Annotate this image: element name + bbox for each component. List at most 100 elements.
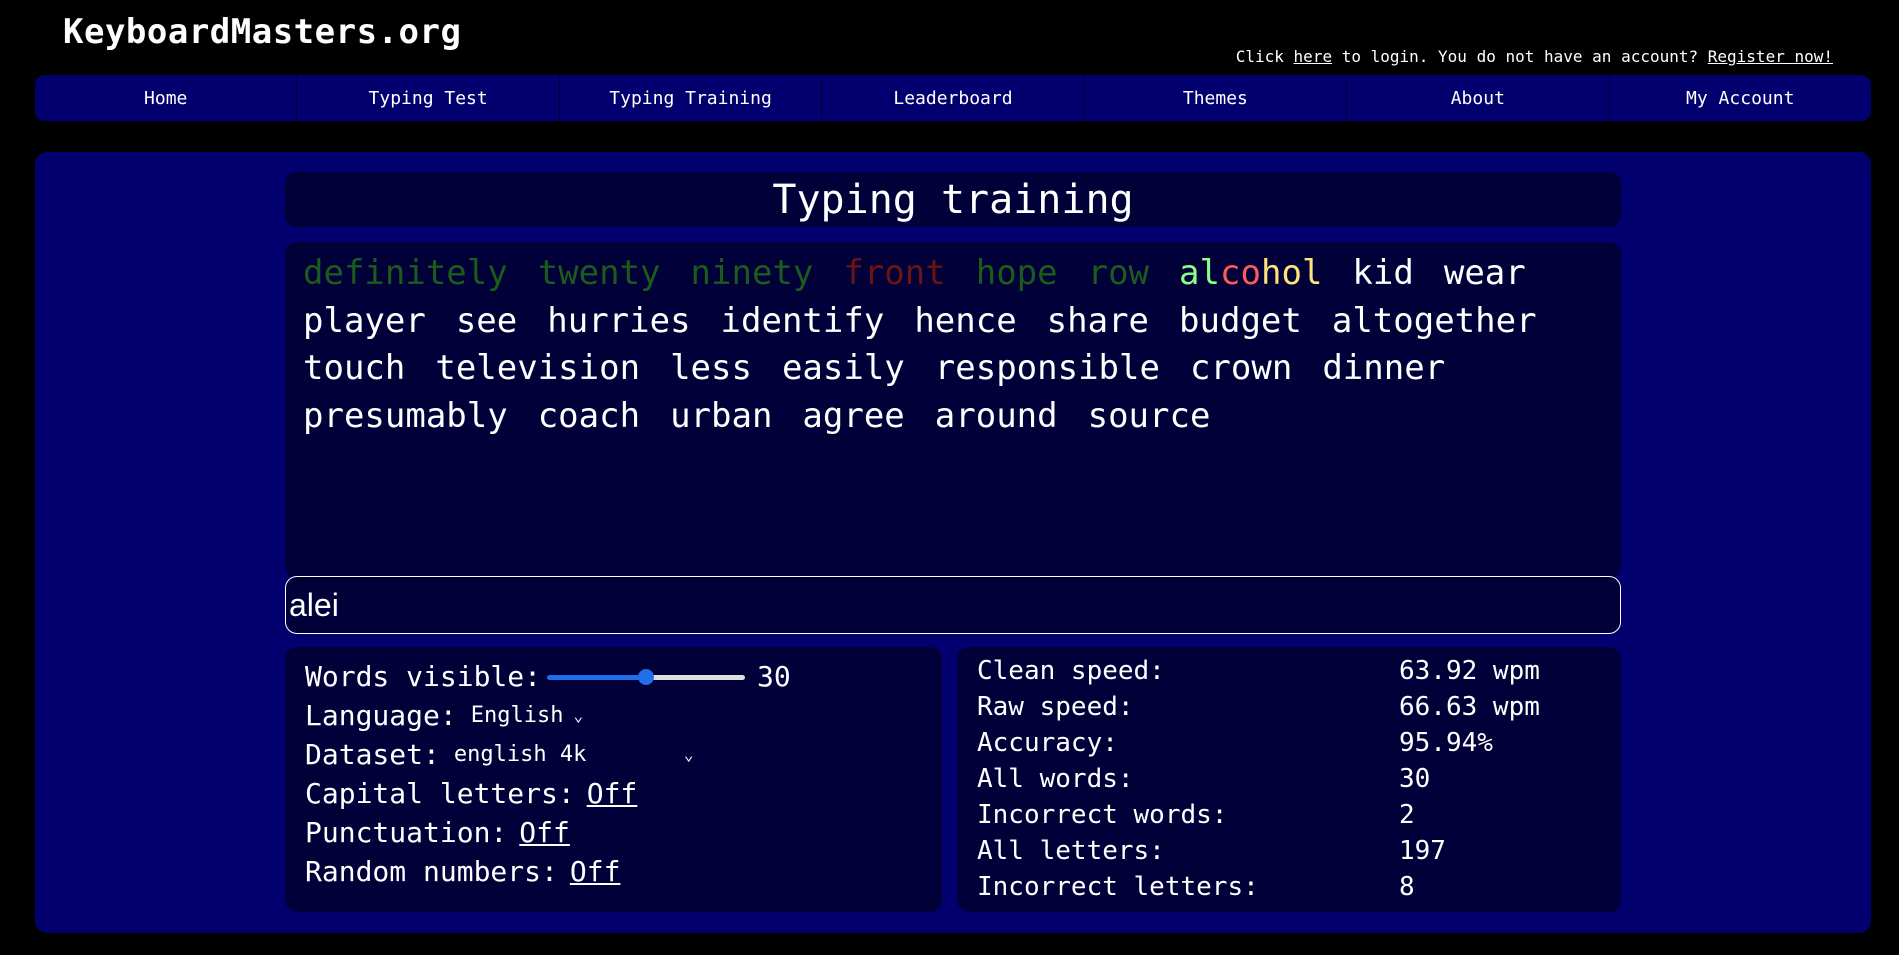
current-letter: l: [1199, 253, 1220, 293]
upcoming-word: hurries: [547, 300, 691, 341]
nav-my-account[interactable]: My Account: [1610, 75, 1871, 121]
login-link[interactable]: here: [1294, 47, 1333, 66]
login-prefix: Click: [1235, 47, 1294, 66]
upcoming-word: easily: [781, 348, 905, 388]
words-display: definitely twenty ninety front hope row alcoho…: [285, 242, 1621, 578]
upcoming-word: crown: [1189, 348, 1293, 388]
upcoming-word: share: [1046, 300, 1150, 341]
completed-word: hope: [975, 253, 1058, 293]
current-letter: a: [1179, 253, 1200, 293]
stat-row: Incorrect letters: 8: [977, 869, 1601, 905]
completed-word: row: [1087, 253, 1150, 293]
numbers-label: Random numbers:: [305, 855, 558, 888]
login-prompt: Click here to login. You do not have an …: [1236, 47, 1833, 66]
punctuation-label: Punctuation:: [305, 816, 508, 849]
stat-row: All words: 30: [977, 761, 1601, 797]
stat-value: 197: [1399, 836, 1446, 866]
settings-panel: Words visible: 30 Language: English ⌄ Da…: [285, 647, 942, 912]
nav-leaderboard[interactable]: Leaderboard: [822, 75, 1085, 121]
stat-label: All words:: [977, 764, 1134, 794]
upcoming-word: wear: [1443, 253, 1526, 293]
stat-row: Incorrect words: 2: [977, 797, 1601, 833]
current-word: alcohol: [1179, 250, 1322, 298]
numbers-row: Random numbers: Off: [305, 852, 922, 891]
slider-thumb[interactable]: [638, 668, 655, 685]
upcoming-word: responsible: [934, 348, 1160, 388]
capital-toggle[interactable]: Off: [587, 777, 638, 810]
language-select[interactable]: English ⌄: [471, 703, 583, 728]
page-title: Typing training: [285, 172, 1621, 227]
stat-value: 66.63 wpm: [1399, 692, 1540, 722]
dataset-row: Dataset: english 4k ⌄: [305, 735, 922, 774]
words-visible-row: Words visible: 30: [305, 657, 922, 696]
upcoming-word: coach: [537, 395, 641, 436]
site-logo[interactable]: KeyboardMasters.org: [63, 12, 461, 52]
current-letter: h: [1260, 253, 1282, 293]
upcoming-word: kid: [1352, 253, 1414, 293]
stat-value: 2: [1399, 800, 1415, 830]
stat-label: Incorrect words:: [977, 800, 1228, 830]
nav-typing-test[interactable]: Typing Test: [297, 75, 560, 121]
nav-about[interactable]: About: [1347, 75, 1610, 121]
completed-word: twenty: [537, 253, 661, 293]
current-letter: o: [1240, 253, 1261, 293]
words-visible-value: 30: [757, 660, 791, 693]
punctuation-toggle[interactable]: Off: [519, 816, 570, 849]
numbers-toggle[interactable]: Off: [570, 855, 621, 888]
login-middle: to login. You do not have an account?: [1332, 47, 1708, 66]
stat-label: Raw speed:: [977, 692, 1134, 722]
capital-label: Capital letters:: [305, 777, 575, 810]
chevron-down-icon: ⌄: [683, 745, 694, 764]
stat-row: All letters: 197: [977, 833, 1601, 869]
stat-label: All letters:: [977, 836, 1165, 866]
upcoming-word: see: [455, 300, 518, 341]
register-link[interactable]: Register now!: [1708, 47, 1833, 66]
upcoming-word: around: [934, 395, 1058, 436]
dataset-select[interactable]: english 4k ⌄: [454, 742, 694, 767]
slider-track-rest: [646, 674, 746, 680]
upcoming-word: identify: [720, 300, 885, 341]
stat-value: 30: [1399, 764, 1431, 794]
current-letter: c: [1220, 253, 1241, 293]
stat-label: Accuracy:: [977, 728, 1118, 758]
chevron-down-icon: ⌄: [573, 706, 584, 725]
completed-word: definitely: [303, 253, 508, 293]
upcoming-word: urban: [670, 395, 773, 436]
upcoming-word: dinner: [1322, 348, 1446, 388]
current-letter: o: [1281, 253, 1302, 293]
words-visible-label: Words visible:: [305, 660, 542, 693]
stat-value: 63.92 wpm: [1399, 656, 1540, 686]
stat-value: 8: [1399, 872, 1415, 902]
language-row: Language: English ⌄: [305, 696, 922, 735]
completed-word: ninety: [690, 253, 814, 293]
words-visible-slider[interactable]: [547, 667, 746, 687]
training-panel: Typing training definitely twenty ninety fr…: [35, 152, 1871, 933]
stats-panel: Clean speed: 63.92 wpm Raw speed: 66.63 wp…: [957, 647, 1621, 912]
upcoming-word: hence: [914, 300, 1017, 341]
nav-home[interactable]: Home: [35, 75, 298, 121]
upcoming-word: player: [303, 300, 426, 341]
capital-row: Capital letters: Off: [305, 774, 922, 813]
slider-track-fill: [547, 674, 647, 680]
stat-row: Clean speed: 63.92 wpm: [977, 653, 1601, 689]
stat-row: Raw speed: 66.63 wpm: [977, 689, 1601, 725]
upcoming-word: agree: [802, 395, 905, 436]
stat-value: 95.94%: [1399, 728, 1493, 758]
main-nav: Home Typing Test Typing Training Leaderb…: [35, 75, 1871, 121]
upcoming-word: presumably: [303, 395, 508, 436]
upcoming-word: television: [435, 348, 641, 388]
current-letter: l: [1301, 253, 1323, 293]
stat-label: Incorrect letters:: [977, 872, 1259, 902]
dataset-value: english 4k: [453, 742, 587, 767]
dataset-label: Dataset:: [305, 738, 440, 771]
upcoming-word: budget: [1179, 300, 1302, 341]
nav-typing-training[interactable]: Typing Training: [560, 75, 823, 121]
language-value: English: [470, 703, 564, 728]
stat-label: Clean speed:: [977, 656, 1165, 686]
upcoming-word: touch: [303, 348, 406, 388]
typing-input[interactable]: [285, 576, 1621, 634]
upcoming-word: altogether: [1331, 300, 1537, 341]
punctuation-row: Punctuation: Off: [305, 813, 922, 852]
upcoming-word: less: [670, 348, 752, 388]
nav-themes[interactable]: Themes: [1085, 75, 1348, 121]
